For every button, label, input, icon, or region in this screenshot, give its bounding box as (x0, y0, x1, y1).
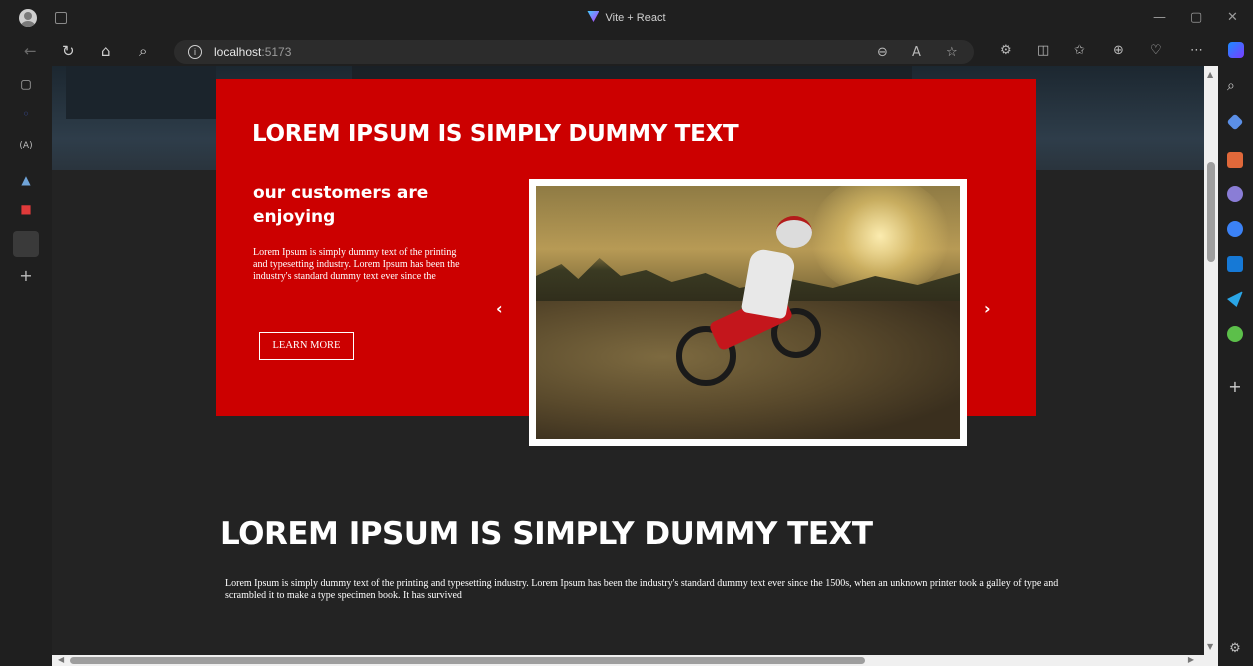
minimize-icon[interactable]: — (1153, 10, 1166, 25)
games-icon[interactable] (1227, 326, 1243, 342)
scroll-left-icon[interactable]: ◀ (58, 655, 64, 664)
carousel-image-frame (529, 179, 967, 446)
send-icon[interactable] (1227, 291, 1243, 307)
tools-briefcase-icon[interactable] (1227, 152, 1243, 168)
hero-background-panel (66, 66, 216, 119)
carousel-prev-icon[interactable]: ‹ (496, 299, 503, 318)
search-sidebar-icon[interactable]: ◦ (16, 104, 36, 124)
read-aloud-icon[interactable]: A (912, 45, 921, 60)
motocross-photo (536, 186, 960, 439)
right-sidebar: ⌕ + ⚙ (1218, 66, 1253, 666)
zoom-icon[interactable]: ⊖ (877, 45, 888, 60)
learn-more-button[interactable]: LEARN MORE (259, 332, 354, 360)
vertical-scrollbar[interactable]: ▲ ▼ (1204, 66, 1218, 655)
close-icon[interactable]: ✕ (1227, 10, 1238, 25)
hero-title: LOREM IPSUM IS SIMPLY DUMMY TEXT (252, 121, 739, 147)
sidebar-search-icon[interactable]: ⌕ (1227, 78, 1243, 94)
search-icon[interactable]: ⌕ (139, 42, 147, 60)
people-icon[interactable] (1227, 186, 1243, 202)
page-viewport: LOREM IPSUM IS SIMPLY DUMMY TEXT our cus… (52, 66, 1204, 655)
split-screen-icon[interactable]: ◫ (1037, 43, 1049, 58)
url-text[interactable]: localhost:5173 (214, 45, 291, 59)
refresh-icon[interactable]: ↻ (62, 42, 75, 60)
copilot-sidebar-icon[interactable] (1227, 221, 1243, 237)
address-bar[interactable]: i localhost:5173 ⊖ A ☆ (174, 40, 974, 64)
back-icon[interactable]: ← (24, 42, 37, 60)
collections-icon[interactable]: ⊕ (1113, 43, 1124, 58)
more-options-icon[interactable]: ⋯ (1190, 43, 1203, 58)
vertical-scroll-thumb[interactable] (1207, 162, 1215, 262)
add-sidebar-app-icon[interactable]: + (1227, 379, 1243, 395)
hero-body-text: Lorem Ipsum is simply dummy text of the … (253, 247, 460, 282)
window-title: Vite + React (0, 11, 1253, 24)
outlook-icon[interactable] (1227, 256, 1243, 272)
browser-essentials-icon[interactable]: ♡ (1150, 43, 1162, 58)
font-tool-icon[interactable]: (A) (16, 136, 36, 156)
maximize-icon[interactable]: ▢ (1190, 10, 1202, 25)
copilot-icon[interactable] (1228, 42, 1244, 58)
tab-title: Vite + React (605, 12, 666, 24)
carousel-next-icon[interactable]: › (984, 299, 991, 318)
home-icon[interactable]: ⌂ (101, 42, 111, 60)
favorites-icon[interactable]: ✩ (1074, 43, 1085, 58)
scroll-down-icon[interactable]: ▼ (1207, 642, 1213, 651)
horizontal-scrollbar[interactable]: ◀ ▶ (52, 655, 1218, 666)
vite-tab-icon[interactable] (13, 231, 39, 257)
browser-toolbar: ← ↻ ⌂ ⌕ i localhost:5173 ⊖ A ☆ ⚙ ◫ ✩ ⊕ ♡… (0, 38, 1253, 66)
pdf-icon[interactable]: ■ (16, 199, 36, 219)
scroll-right-icon[interactable]: ▶ (1188, 655, 1194, 664)
extensions-icon[interactable]: ⚙ (1000, 43, 1012, 58)
hero-background-shade (352, 66, 912, 80)
scroll-up-icon[interactable]: ▲ (1207, 70, 1213, 79)
section-title: LOREM IPSUM IS SIMPLY DUMMY TEXT (220, 516, 873, 552)
left-sidebar: ▢ ◦ (A) ▲ ■ + (0, 66, 52, 666)
vite-logo-icon (587, 11, 600, 22)
add-tab-icon[interactable]: + (16, 266, 36, 286)
hero-subtitle: our customers are enjoying (253, 183, 429, 227)
section-body-text: Lorem Ipsum is simply dummy text of the … (225, 578, 1059, 601)
horizontal-scroll-thumb[interactable] (70, 657, 865, 664)
title-bar: Vite + React — ▢ ✕ (0, 0, 1253, 38)
sidebar-settings-icon[interactable]: ⚙ (1227, 641, 1243, 657)
tab-strip-icon[interactable]: ▢ (16, 74, 36, 94)
shopping-tag-icon[interactable] (1226, 113, 1244, 131)
site-info-icon[interactable]: i (188, 45, 202, 59)
favorite-star-icon[interactable]: ☆ (946, 45, 958, 60)
cloud-icon[interactable]: ▲ (16, 170, 36, 190)
